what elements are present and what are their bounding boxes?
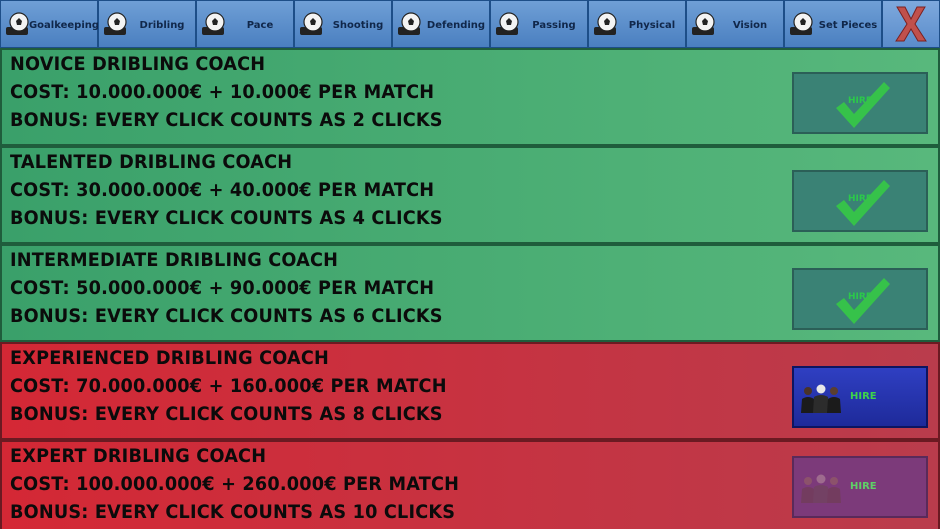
coach-cost: COST: 70.000.000€ + 160.000€ PER MATCH	[10, 375, 447, 397]
hire-label: HIRE	[850, 481, 877, 492]
tab-vision[interactable]: Vision	[686, 0, 784, 48]
tab-physical[interactable]: Physical	[588, 0, 686, 48]
tab-label: Defending	[426, 19, 486, 31]
coach-name: TALENTED DRIBLING COACH	[10, 151, 293, 173]
hire-button-expert[interactable]: HIRE	[792, 456, 928, 518]
tab-label: Passing	[532, 19, 576, 31]
tab-dribling[interactable]: Dribling	[98, 0, 196, 48]
tab-label: Pace	[246, 19, 274, 31]
soccer-ball-boot-icon	[202, 12, 225, 35]
coach-name: EXPERT DRIBLING COACH	[10, 445, 267, 467]
coach-name: EXPERIENCED DRIBLING COACH	[10, 347, 329, 369]
tab-goalkeeping[interactable]: Goalkeeping	[0, 0, 100, 48]
soccer-ball-boot-icon	[692, 12, 715, 35]
tab-set-pieces[interactable]: Set Pieces	[784, 0, 882, 48]
coach-cost: COST: 50.000.000€ + 90.000€ PER MATCH	[10, 277, 435, 299]
tab-label: Vision	[732, 19, 768, 31]
tab-label: Goalkeeping	[28, 19, 100, 31]
coach-bonus: BONUS: EVERY CLICK COUNTS AS 6 CLICKS	[10, 305, 443, 327]
hire-button-experienced[interactable]: HIRE	[792, 366, 928, 428]
coach-name: INTERMEDIATE DRIBLING COACH	[10, 249, 339, 271]
soccer-ball-boot-icon	[790, 12, 813, 35]
soccer-ball-boot-icon	[104, 12, 127, 35]
tab-label: Dribling	[139, 19, 185, 31]
soccer-ball-boot-icon	[6, 12, 29, 35]
tab-passing[interactable]: Passing	[490, 0, 588, 48]
coach-row-novice: NOVICE DRIBLING COACH COST: 10.000.000€ …	[0, 48, 940, 146]
coach-bonus: BONUS: EVERY CLICK COUNTS AS 4 CLICKS	[10, 207, 443, 229]
checkmark-icon	[836, 82, 890, 128]
hire-button-talented[interactable]: HIRE	[792, 170, 928, 232]
tab-shooting[interactable]: Shooting	[294, 0, 392, 48]
coach-name: NOVICE DRIBLING COACH	[10, 53, 266, 75]
coach-bonus: BONUS: EVERY CLICK COUNTS AS 8 CLICKS	[10, 403, 443, 425]
coach-bonus: BONUS: EVERY CLICK COUNTS AS 10 CLICKS	[10, 501, 456, 523]
soccer-ball-boot-icon	[398, 12, 421, 35]
coach-row-expert: EXPERT DRIBLING COACH COST: 100.000.000€…	[0, 440, 940, 529]
coach-row-talented: TALENTED DRIBLING COACH COST: 30.000.000…	[0, 146, 940, 244]
coaches-group-icon	[801, 384, 841, 413]
coach-row-intermediate: INTERMEDIATE DRIBLING COACH COST: 50.000…	[0, 244, 940, 342]
checkmark-icon	[836, 180, 890, 226]
coach-list: NOVICE DRIBLING COACH COST: 10.000.000€ …	[0, 48, 940, 529]
tab-label: Shooting	[332, 19, 384, 31]
coach-bonus: BONUS: EVERY CLICK COUNTS AS 2 CLICKS	[10, 109, 443, 131]
checkmark-icon	[836, 278, 890, 324]
tab-label: Set Pieces	[818, 19, 878, 31]
soccer-ball-boot-icon	[300, 12, 323, 35]
coach-row-experienced: EXPERIENCED DRIBLING COACH COST: 70.000.…	[0, 342, 940, 440]
coaches-group-icon	[801, 474, 841, 503]
coach-cost: COST: 100.000.000€ + 260.000€ PER MATCH	[10, 473, 460, 495]
soccer-ball-boot-icon	[496, 12, 519, 35]
coach-cost: COST: 10.000.000€ + 10.000€ PER MATCH	[10, 81, 435, 103]
soccer-ball-boot-icon	[594, 12, 617, 35]
hire-button-novice[interactable]: HIRE	[792, 72, 928, 134]
hire-button-intermediate[interactable]: HIRE	[792, 268, 928, 330]
tab-label: Physical	[628, 19, 676, 31]
coach-cost: COST: 30.000.000€ + 40.000€ PER MATCH	[10, 179, 435, 201]
hire-label: HIRE	[850, 391, 877, 402]
skill-tab-bar: Goalkeeping Dribling Pace Shooting Defen…	[0, 0, 940, 48]
close-x-icon	[895, 6, 927, 42]
tab-pace[interactable]: Pace	[196, 0, 294, 48]
tab-defending[interactable]: Defending	[392, 0, 490, 48]
close-button[interactable]	[882, 0, 940, 48]
